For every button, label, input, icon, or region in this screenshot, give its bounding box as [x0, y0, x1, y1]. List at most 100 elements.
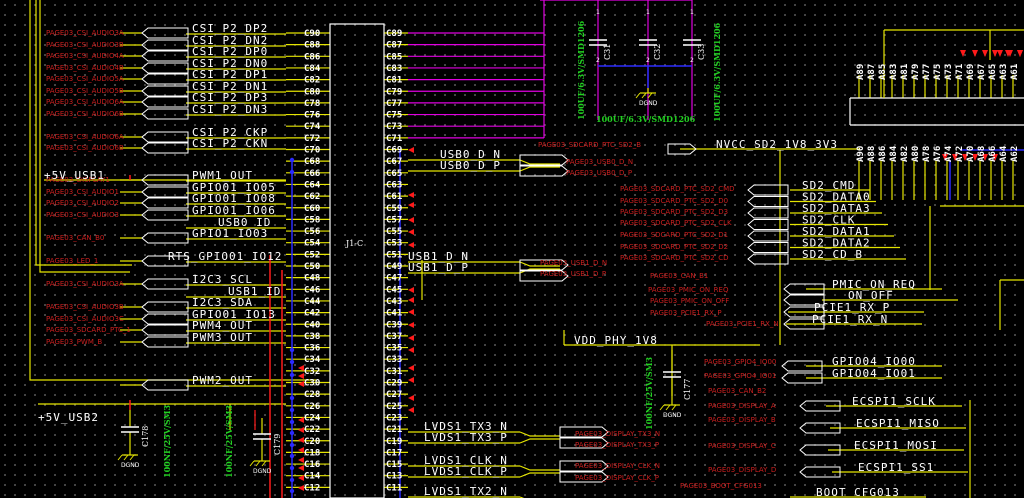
cap-ref-c179: C179 [273, 434, 282, 455]
connector-left-pin: C18 [304, 448, 320, 458]
ground-hatch [659, 404, 665, 411]
left-port-label: PAGE03_CSI_AUDIO5A [46, 75, 124, 83]
ground-hatch [255, 460, 261, 467]
right-port-label: PAGE03_SDCARD_PTC_SD2_CD [620, 254, 729, 262]
sd-port[interactable] [747, 219, 789, 230]
left-port-label: PAGE03_CSI_AUDIO4A [46, 52, 124, 60]
left-port[interactable] [141, 108, 189, 120]
right-net-label: LVDS1_CLK_P [424, 465, 508, 478]
sd-port[interactable] [747, 230, 789, 242]
sd-port[interactable] [747, 242, 789, 253]
red-pin-marker [408, 395, 414, 401]
connector-left-pin: C62 [304, 192, 320, 202]
cap-ref: C31 [603, 44, 612, 60]
top-pin-label: A69 [966, 64, 976, 80]
left-port[interactable] [141, 62, 189, 74]
blue-junction [289, 395, 295, 401]
connector-left-pin: C90 [304, 29, 320, 39]
left-net-label: GPIO1_IO03 [192, 227, 268, 240]
left-port[interactable] [141, 73, 189, 85]
left-port[interactable] [141, 336, 189, 348]
left-port-label: PAGE03_LED_1 [46, 257, 98, 265]
red-pin-marker [408, 347, 414, 353]
left-port[interactable] [141, 209, 189, 221]
sd-port[interactable] [747, 253, 789, 265]
top-pin-label: A81 [900, 64, 910, 80]
red-pin-marker [408, 365, 414, 371]
right-net-label: LVDS1_TX2_N [424, 485, 508, 498]
ground-hatch [117, 454, 123, 461]
left-port[interactable] [141, 85, 189, 97]
connector-right-pin: C17 [386, 448, 402, 458]
right-port-label: PAGE03_SDCARD_PTC_SD2_CLK [620, 219, 732, 227]
red-pin-marker [960, 50, 966, 57]
right-port-label: PAGE03_DISPLAY_TX3_P [575, 441, 659, 449]
left-port[interactable] [141, 131, 189, 143]
connector-right-pin: C85 [386, 52, 402, 62]
connector-left-pin: C48 [304, 274, 320, 284]
connector-right-pin: C67 [386, 157, 402, 167]
left-port-label: PAGE03_CSI_AUDIO6B [46, 110, 124, 118]
blue-junction [289, 419, 295, 425]
right-port-label: PAGE03_PMIC_ON_OFF [650, 297, 729, 305]
right-port-label: PAGE03_PCIE1_RX_N [706, 320, 779, 328]
row-pin-label: A70 [966, 146, 976, 162]
connector-left-pin: C12 [304, 483, 320, 493]
left-port[interactable] [141, 50, 189, 62]
connector-left-pin: C44 [304, 297, 321, 307]
left-port[interactable] [141, 186, 189, 198]
connector-right-pin: C11 [386, 483, 402, 493]
left-port[interactable] [141, 39, 189, 51]
cap-value: 100UF/6.3V/SMD1206 [576, 20, 586, 120]
ground-label: DGND [663, 412, 682, 419]
misc-net-label: ECSPI1_MISO [856, 417, 940, 430]
left-port[interactable] [141, 96, 189, 108]
right-port-label: PAGE03_DISPLAY_CLK_P [575, 474, 659, 482]
connector-left-pin: C56 [304, 227, 320, 237]
left-net-label: PWM3_OUT [192, 331, 253, 344]
connector-left-pin: C40 [304, 320, 320, 330]
left-port[interactable] [141, 324, 189, 336]
misc-net-label: ECSPI1_SCLK [852, 395, 936, 408]
connector-right-pin: C41 [386, 309, 402, 319]
blue-junction [289, 372, 295, 378]
top-pin-label: A61 [1010, 64, 1020, 80]
connector-left-pin: C64 [304, 180, 321, 190]
left-port[interactable] [141, 232, 189, 244]
row-pin-label: A84 [889, 145, 899, 162]
connector-body[interactable] [329, 23, 385, 498]
right-port-label: PAGE03_SDCARD_PTC_SD2_B [538, 141, 641, 149]
connector-left-pin: C30 [304, 379, 320, 389]
misc-net-label: PCIE1_RX_N [812, 313, 888, 326]
sd-port[interactable] [747, 184, 789, 196]
right-port-label: PAGE03_CAN_B1 [650, 272, 708, 280]
right-port-label: PAGE03_CAN_B2 [708, 387, 766, 395]
right-port-label: PAGE03_DISPLAY_B [708, 416, 776, 424]
misc-net-label: BOOT_CFG013 [816, 486, 900, 498]
left-port-label: PAGE03_CSI_AUDIO3B [46, 41, 124, 49]
left-port[interactable] [141, 142, 189, 154]
right-port-label: PAGE03_USB1_D_P [540, 270, 606, 278]
cap-ref: C32 [653, 44, 662, 60]
left-port[interactable] [141, 301, 189, 313]
ground-hatch [249, 460, 255, 467]
connector-left-pin: C52 [304, 250, 320, 260]
connector-right-pin: C21 [386, 425, 402, 435]
left-port[interactable] [141, 313, 189, 325]
connector-right-pin: C35 [386, 344, 402, 354]
left-port[interactable] [141, 197, 189, 209]
left-port[interactable] [141, 27, 189, 39]
left-port[interactable] [141, 379, 189, 391]
connector-left-pin: C38 [304, 332, 320, 342]
left-port-label: PAGE03_CSI_AUDIO3 [46, 211, 119, 219]
right-net-label: LVDS1_TX3_P [424, 431, 508, 444]
blue-junction [289, 157, 295, 163]
sd-port[interactable] [747, 196, 789, 207]
red-pin-marker [408, 377, 414, 383]
red-pin-marker [408, 192, 414, 198]
sd-port[interactable] [747, 207, 789, 219]
red-pin-marker [408, 242, 414, 248]
top-pin-label: A79 [911, 64, 921, 80]
left-port[interactable] [141, 278, 189, 290]
right-port-label: PAGE03_DISPLAY_CLK_N [575, 462, 660, 470]
